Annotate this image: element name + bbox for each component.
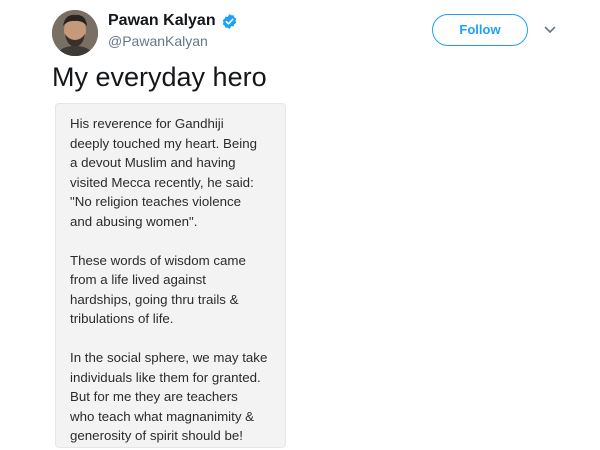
image-text-line: and abusing women".: [70, 213, 198, 229]
name-row: Pawan Kalyan: [108, 12, 238, 30]
image-text-line: His reverence for Gandhiji: [70, 116, 224, 131]
image-text-line: visited Mecca recently, he said:: [70, 174, 254, 190]
image-text-line: hardships, going thru trails &: [70, 291, 239, 307]
user-handle[interactable]: @PawanKalyan: [108, 33, 208, 49]
chevron-down-icon[interactable]: [543, 23, 557, 37]
tweet-text: My everyday hero: [52, 62, 267, 92]
image-text-line: These words of wisdom came: [70, 252, 246, 268]
verified-badge-icon: [221, 13, 238, 30]
image-text-line: deeply touched my heart. Being: [70, 135, 258, 151]
image-text-line: tribulations of life.: [70, 311, 174, 326]
image-text-line: who teach what magnanimity &: [70, 408, 255, 424]
image-paragraph-3: In the social sphere, we may take indivi…: [70, 348, 271, 446]
image-text-line: generosity of spirit should be!: [70, 428, 243, 443]
image-text-line: In the social sphere, we may take: [70, 350, 268, 365]
attached-image[interactable]: His reverence for Gandhiji deeply touche…: [55, 103, 286, 448]
avatar[interactable]: [52, 10, 98, 56]
avatar-photo: [52, 10, 98, 56]
tweet-container: Pawan Kalyan @PawanKalyan Follow My ever…: [0, 0, 600, 450]
image-text-line: a devout Muslim and having: [70, 155, 236, 170]
image-text-line: individuals like them for granted.: [70, 369, 261, 385]
display-name[interactable]: Pawan Kalyan: [108, 12, 216, 30]
follow-button[interactable]: Follow: [432, 14, 528, 46]
image-paragraph-2: These words of wisdom came from a life l…: [70, 251, 271, 329]
image-text-line: But for me they are teachers: [70, 389, 238, 404]
image-paragraph-1: His reverence for Gandhiji deeply touche…: [70, 114, 271, 231]
image-text-line: "No religion teaches violence: [70, 194, 242, 209]
image-text-line: from a life lived against: [70, 272, 206, 287]
